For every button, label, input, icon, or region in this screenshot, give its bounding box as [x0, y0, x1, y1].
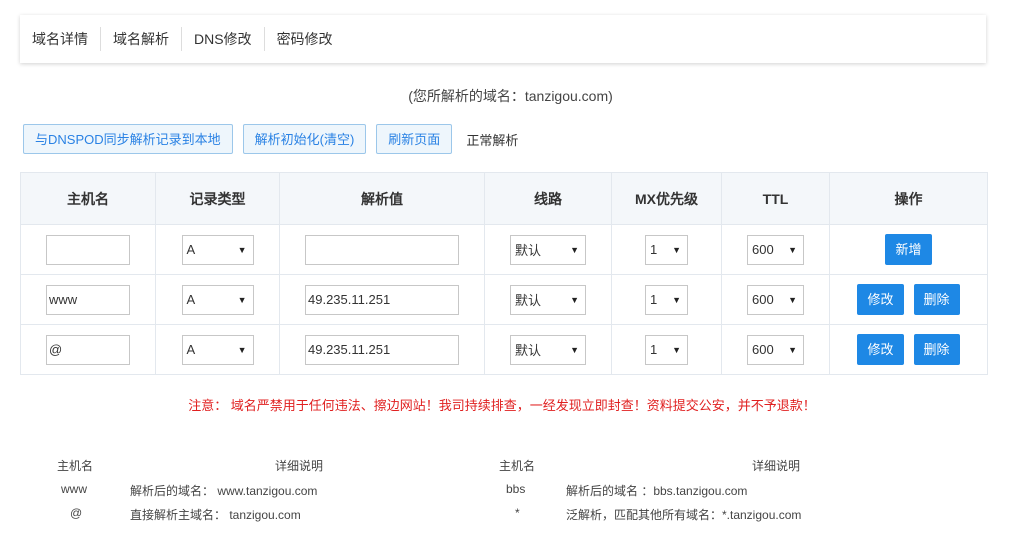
help-host-header: 主机名: [499, 459, 536, 473]
ttl-select[interactable]: 600 ▼: [747, 284, 804, 315]
line-select[interactable]: 默认 ▼: [510, 284, 586, 315]
help-host: bbs: [506, 482, 526, 496]
value-input[interactable]: 49.235.11.251: [305, 334, 459, 365]
record-type-value: A: [186, 342, 196, 357]
help-desc: 解析后的域名： www.tanzigou.com: [130, 484, 318, 498]
dropdown-caret-icon: ▼: [570, 344, 579, 355]
dropdown-caret-icon: ▼: [237, 244, 247, 255]
delete-record-button[interactable]: 删除: [913, 334, 960, 365]
host-input[interactable]: www: [46, 284, 130, 315]
resolved-domain-text: (您所解析的域名：tanzigou.com): [408, 88, 613, 104]
dropdown-caret-icon: ▼: [788, 244, 797, 255]
header-value: 解析值: [279, 172, 485, 225]
mx-select[interactable]: 1 ▼: [645, 284, 688, 315]
tab-password-modify[interactable]: 密码修改: [265, 27, 345, 51]
header-mx-priority: MX优先级: [611, 172, 722, 225]
tab-dns-modify[interactable]: DNS修改: [182, 27, 265, 51]
help-desc-header: 详细说明: [275, 459, 324, 473]
ttl-value: 600: [752, 242, 774, 257]
help-right: 主机名 详细说明 bbs 解析后的域名 ：bbs.tanzigou.com * …: [480, 457, 1000, 537]
record-type-value: A: [186, 292, 196, 307]
top-tab-bar: 域名详情 域名解析 DNS修改 密码修改: [20, 15, 986, 63]
add-record-button[interactable]: 新增: [885, 234, 932, 265]
mx-value: 1: [650, 342, 658, 357]
host-input[interactable]: @: [46, 334, 130, 365]
new-record-row: A ▼ 默认 ▼ 1 ▼ 600 ▼ 新增: [20, 224, 988, 275]
help-host: @: [70, 506, 83, 520]
line-select[interactable]: 默认 ▼: [510, 334, 586, 365]
dropdown-caret-icon: ▼: [788, 294, 797, 305]
refresh-button[interactable]: 刷新页面: [376, 124, 453, 154]
init-resolution-button[interactable]: 解析初始化(清空): [242, 124, 367, 154]
sync-dnspod-button[interactable]: 与DNSPOD同步解析记录到本地: [23, 124, 233, 154]
record-type-select[interactable]: A ▼: [181, 284, 254, 315]
tab-domain-details[interactable]: 域名详情: [20, 27, 101, 51]
tab-domain-resolution[interactable]: 域名解析: [101, 27, 182, 51]
help-left: 主机名 详细说明 www 解析后的域名： www.tanzigou.com @ …: [0, 457, 500, 537]
edit-record-button[interactable]: 修改: [857, 284, 904, 315]
delete-record-button[interactable]: 删除: [913, 284, 960, 315]
header-line: 线路: [484, 172, 612, 225]
help-host-header: 主机名: [57, 459, 94, 473]
header-host: 主机名: [20, 172, 156, 225]
dropdown-caret-icon: ▼: [570, 294, 579, 305]
mx-value: 1: [650, 292, 658, 307]
dropdown-caret-icon: ▼: [788, 344, 797, 355]
host-input[interactable]: [46, 234, 130, 265]
header-record-type: 记录类型: [155, 172, 280, 225]
help-desc: 直接解析主域名： tanzigou.com: [130, 508, 301, 522]
ttl-value: 600: [752, 342, 774, 357]
toolbar: 与DNSPOD同步解析记录到本地 解析初始化(清空) 刷新页面 正常解析: [23, 124, 518, 154]
mx-select[interactable]: 1 ▼: [645, 334, 688, 365]
line-value: 默认: [515, 243, 542, 258]
edit-record-button[interactable]: 修改: [857, 334, 904, 365]
help-desc: 泛解析，匹配其他所有域名：*.tanzigou.com: [566, 508, 802, 522]
help-host: *: [515, 506, 520, 520]
value-input[interactable]: 49.235.11.251: [305, 284, 459, 315]
line-select[interactable]: 默认 ▼: [510, 234, 586, 265]
record-type-value: A: [186, 242, 196, 257]
header-actions: 操作: [829, 172, 988, 225]
record-type-select[interactable]: A ▼: [181, 234, 254, 265]
mx-value: 1: [650, 242, 658, 257]
dropdown-caret-icon: ▼: [672, 344, 681, 355]
line-value: 默认: [515, 343, 542, 358]
help-desc-header: 详细说明: [752, 459, 801, 473]
help-desc: 解析后的域名 ：bbs.tanzigou.com: [566, 484, 748, 498]
ttl-value: 600: [752, 292, 774, 307]
line-value: 默认: [515, 293, 542, 308]
value-input[interactable]: [305, 234, 459, 265]
table-row: @ A ▼ 49.235.11.251 默认 ▼ 1 ▼ 600 ▼ 修改 删除: [20, 324, 988, 375]
dropdown-caret-icon: ▼: [237, 294, 247, 305]
resolution-status: 正常解析: [466, 132, 519, 148]
dropdown-caret-icon: ▼: [672, 294, 681, 305]
ttl-select[interactable]: 600 ▼: [747, 234, 804, 265]
dropdown-caret-icon: ▼: [672, 244, 681, 255]
dropdown-caret-icon: ▼: [237, 344, 247, 355]
header-ttl: TTL: [721, 172, 830, 225]
table-header-row: 主机名 记录类型 解析值 线路 MX优先级 TTL 操作: [20, 172, 988, 225]
dropdown-caret-icon: ▼: [570, 244, 579, 255]
dns-records-table: 主机名 记录类型 解析值 线路 MX优先级 TTL 操作 A ▼ 默认 ▼ 1 ▼ 6…: [20, 172, 988, 375]
ttl-select[interactable]: 600 ▼: [747, 334, 804, 365]
warning-notice: 注意： 域名严禁用于任何违法、擦边网站！我司持续排查，一经发现立即封查！资料提交…: [188, 398, 816, 413]
mx-select[interactable]: 1 ▼: [645, 234, 688, 265]
record-type-select[interactable]: A ▼: [181, 334, 254, 365]
table-row: www A ▼ 49.235.11.251 默认 ▼ 1 ▼ 600 ▼ 修改 删除: [20, 274, 988, 325]
help-host: www: [61, 482, 87, 496]
